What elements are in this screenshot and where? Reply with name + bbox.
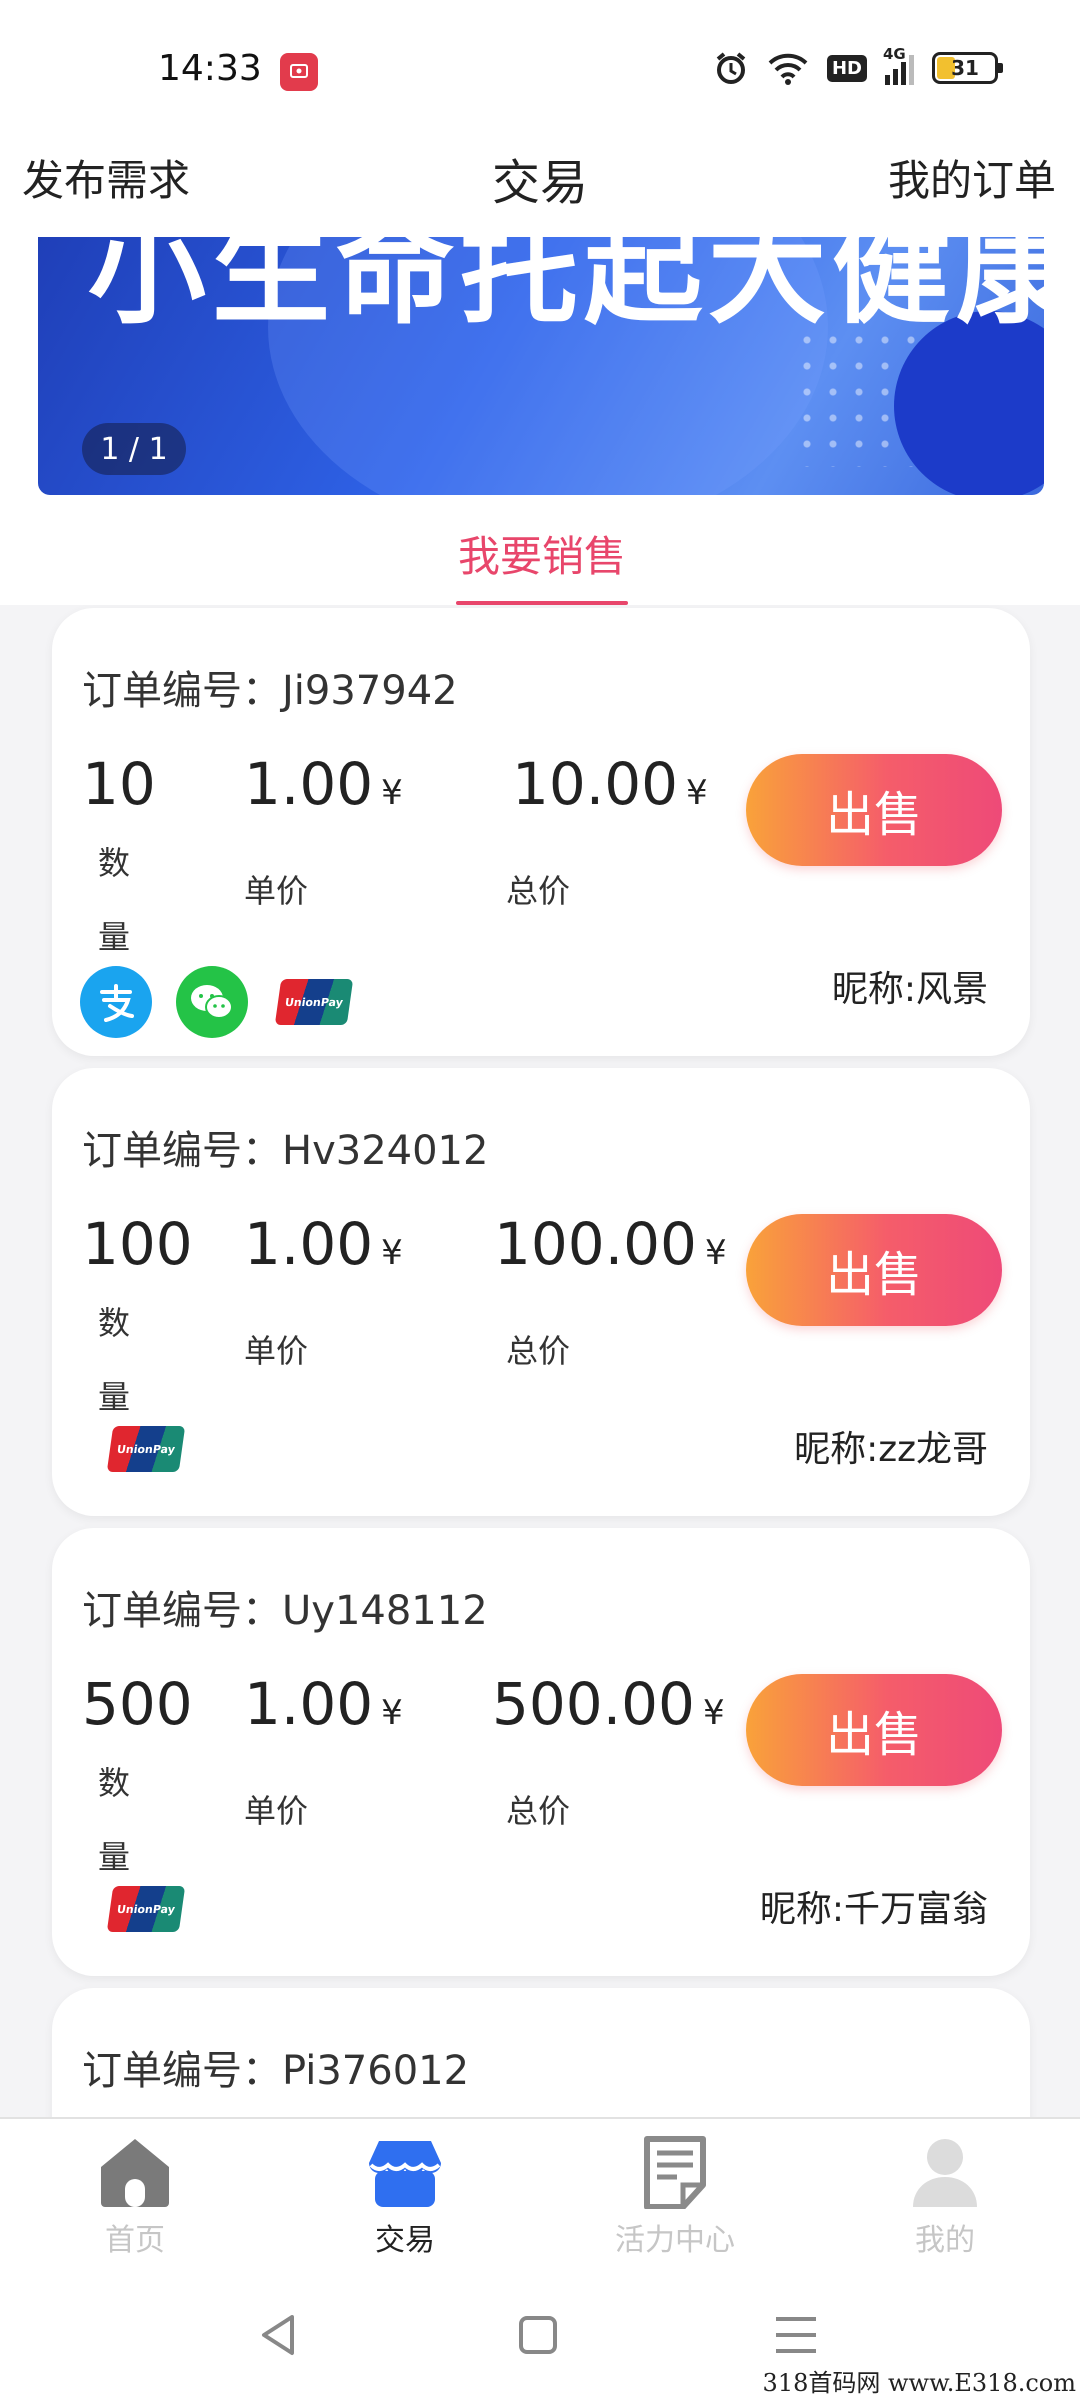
quantity-label: 数量 bbox=[98, 844, 131, 956]
total-label: 总价 bbox=[506, 1332, 571, 1370]
status-icons: HD 4G 31 bbox=[713, 45, 1003, 86]
nav-home-label: 首页 bbox=[105, 2223, 165, 2258]
currency-symbol: ¥ bbox=[702, 1693, 725, 1733]
status-time: 14:33 bbox=[158, 48, 262, 89]
unit-price-number: 1.00 bbox=[244, 1210, 374, 1278]
unit-price-label: 单价 bbox=[244, 872, 309, 910]
home-button-icon[interactable] bbox=[508, 2305, 568, 2365]
order-list[interactable]: 订单编号：Ji937942 10 数量 1.00 ¥ 单价 10.00 ¥ 总价 出… bbox=[0, 605, 1080, 2117]
profile-icon bbox=[913, 2139, 977, 2207]
quantity-label: 数量 bbox=[98, 1304, 131, 1416]
order-number: 订单编号：Hv324012 bbox=[82, 1128, 489, 1174]
quantity-value: 500 bbox=[82, 1670, 193, 1738]
tab-bar: 我要销售 bbox=[0, 495, 1080, 605]
screen-recorder-icon bbox=[280, 53, 318, 91]
seller-nickname: 昵称:千万富翁 bbox=[759, 1889, 988, 1930]
order-card: 订单编号：Pi376012 bbox=[52, 1988, 1030, 2117]
order-number: 订单编号：Pi376012 bbox=[82, 2048, 470, 2094]
shop-icon bbox=[369, 2141, 441, 2207]
banner-carousel[interactable]: 小生命托起大健康 1 / 1 bbox=[38, 237, 1044, 495]
publish-demand-button[interactable]: 发布需求 bbox=[22, 147, 190, 208]
unionpay-icon: UnionPay bbox=[274, 979, 354, 1025]
total-number: 500.00 bbox=[492, 1670, 695, 1738]
unit-price-number: 1.00 bbox=[244, 750, 374, 818]
unionpay-icon: UnionPay bbox=[106, 1426, 186, 1472]
status-bar: 14:33 HD 4G 31 bbox=[0, 0, 1080, 125]
order-card: 订单编号：Hv324012 100 数量 1.00 ¥ 单价 100.00 ¥ 总价… bbox=[52, 1068, 1030, 1516]
total-number: 10.00 bbox=[512, 750, 679, 818]
banner-container: 小生命托起大健康 1 / 1 bbox=[0, 237, 1080, 495]
total-value: 500.00 ¥ bbox=[492, 1670, 725, 1738]
menu-icon[interactable] bbox=[766, 2305, 826, 2365]
hd-icon: HD bbox=[826, 54, 867, 82]
total-value: 100.00 ¥ bbox=[494, 1210, 727, 1278]
nav-trade-label: 交易 bbox=[375, 2223, 435, 2258]
alipay-icon bbox=[80, 966, 152, 1038]
unit-price-value: 1.00 ¥ bbox=[244, 750, 403, 818]
banner-pager: 1 / 1 bbox=[82, 423, 186, 475]
order-card: 订单编号：Uy148112 500 数量 1.00 ¥ 单价 500.00 ¥ 总价… bbox=[52, 1528, 1030, 1976]
nav-profile[interactable]: 我的 bbox=[865, 2135, 1025, 2259]
document-icon bbox=[644, 2136, 706, 2209]
network-type: 4G bbox=[883, 45, 906, 63]
tab-sell[interactable]: 我要销售 bbox=[458, 523, 626, 584]
total-label: 总价 bbox=[506, 872, 571, 910]
quantity-value: 100 bbox=[82, 1210, 193, 1278]
payment-methods: UnionPay bbox=[80, 966, 354, 1038]
order-card: 订单编号：Ji937942 10 数量 1.00 ¥ 单价 10.00 ¥ 总价 出… bbox=[52, 608, 1030, 1056]
nav-vitality-label: 活力中心 bbox=[615, 2223, 735, 2258]
my-orders-button[interactable]: 我的订单 bbox=[888, 147, 1056, 208]
nav-vitality-center[interactable]: 活力中心 bbox=[595, 2135, 755, 2259]
total-label: 总价 bbox=[506, 1792, 571, 1830]
currency-symbol: ¥ bbox=[381, 1693, 403, 1733]
seller-nickname: 昵称:zz龙哥 bbox=[794, 1429, 988, 1470]
quantity-value: 10 bbox=[82, 750, 156, 818]
wifi-icon bbox=[768, 53, 808, 85]
sell-button[interactable]: 出售 bbox=[746, 754, 1002, 866]
currency-symbol: ¥ bbox=[381, 773, 403, 813]
watermark: 318首码网 www.E318.com bbox=[762, 2369, 1076, 2397]
unionpay-icon: UnionPay bbox=[106, 1886, 186, 1932]
currency-symbol: ¥ bbox=[381, 1233, 403, 1273]
unit-price-label: 单价 bbox=[244, 1792, 309, 1830]
battery-icon: 31 bbox=[932, 52, 1003, 84]
banner-headline: 小生命托起大健康 bbox=[88, 237, 1044, 340]
currency-symbol: ¥ bbox=[686, 773, 708, 813]
payment-methods: UnionPay bbox=[80, 1886, 186, 1932]
unit-price-number: 1.00 bbox=[244, 1670, 374, 1738]
payment-methods: UnionPay bbox=[80, 1426, 186, 1472]
unit-price-value: 1.00 ¥ bbox=[244, 1670, 403, 1738]
nav-trade[interactable]: 交易 bbox=[325, 2135, 485, 2259]
order-number: 订单编号：Ji937942 bbox=[82, 668, 458, 714]
currency-symbol: ¥ bbox=[704, 1233, 727, 1273]
order-number: 订单编号：Uy148112 bbox=[82, 1588, 488, 1634]
nav-profile-label: 我的 bbox=[915, 2223, 975, 2258]
quantity-label: 数量 bbox=[98, 1764, 131, 1876]
back-icon[interactable] bbox=[250, 2305, 310, 2365]
home-icon bbox=[101, 2139, 169, 2207]
bottom-nav: 首页 交易 活力中心 我的 bbox=[0, 2117, 1080, 2267]
header: 发布需求 交易 我的订单 bbox=[0, 125, 1080, 237]
wechat-pay-icon bbox=[176, 966, 248, 1038]
seller-nickname: 昵称:风景 bbox=[831, 969, 988, 1010]
signal-icon: 4G bbox=[883, 45, 914, 85]
unit-price-value: 1.00 ¥ bbox=[244, 1210, 403, 1278]
system-nav-bar: 318首码网 www.E318.com bbox=[0, 2267, 1080, 2400]
nav-home[interactable]: 首页 bbox=[55, 2135, 215, 2259]
total-value: 10.00 ¥ bbox=[512, 750, 708, 818]
sell-button[interactable]: 出售 bbox=[746, 1674, 1002, 1786]
alarm-icon bbox=[716, 52, 746, 84]
battery-level: 31 bbox=[951, 56, 979, 80]
total-number: 100.00 bbox=[494, 1210, 697, 1278]
unit-price-label: 单价 bbox=[244, 1332, 309, 1370]
sell-button[interactable]: 出售 bbox=[746, 1214, 1002, 1326]
